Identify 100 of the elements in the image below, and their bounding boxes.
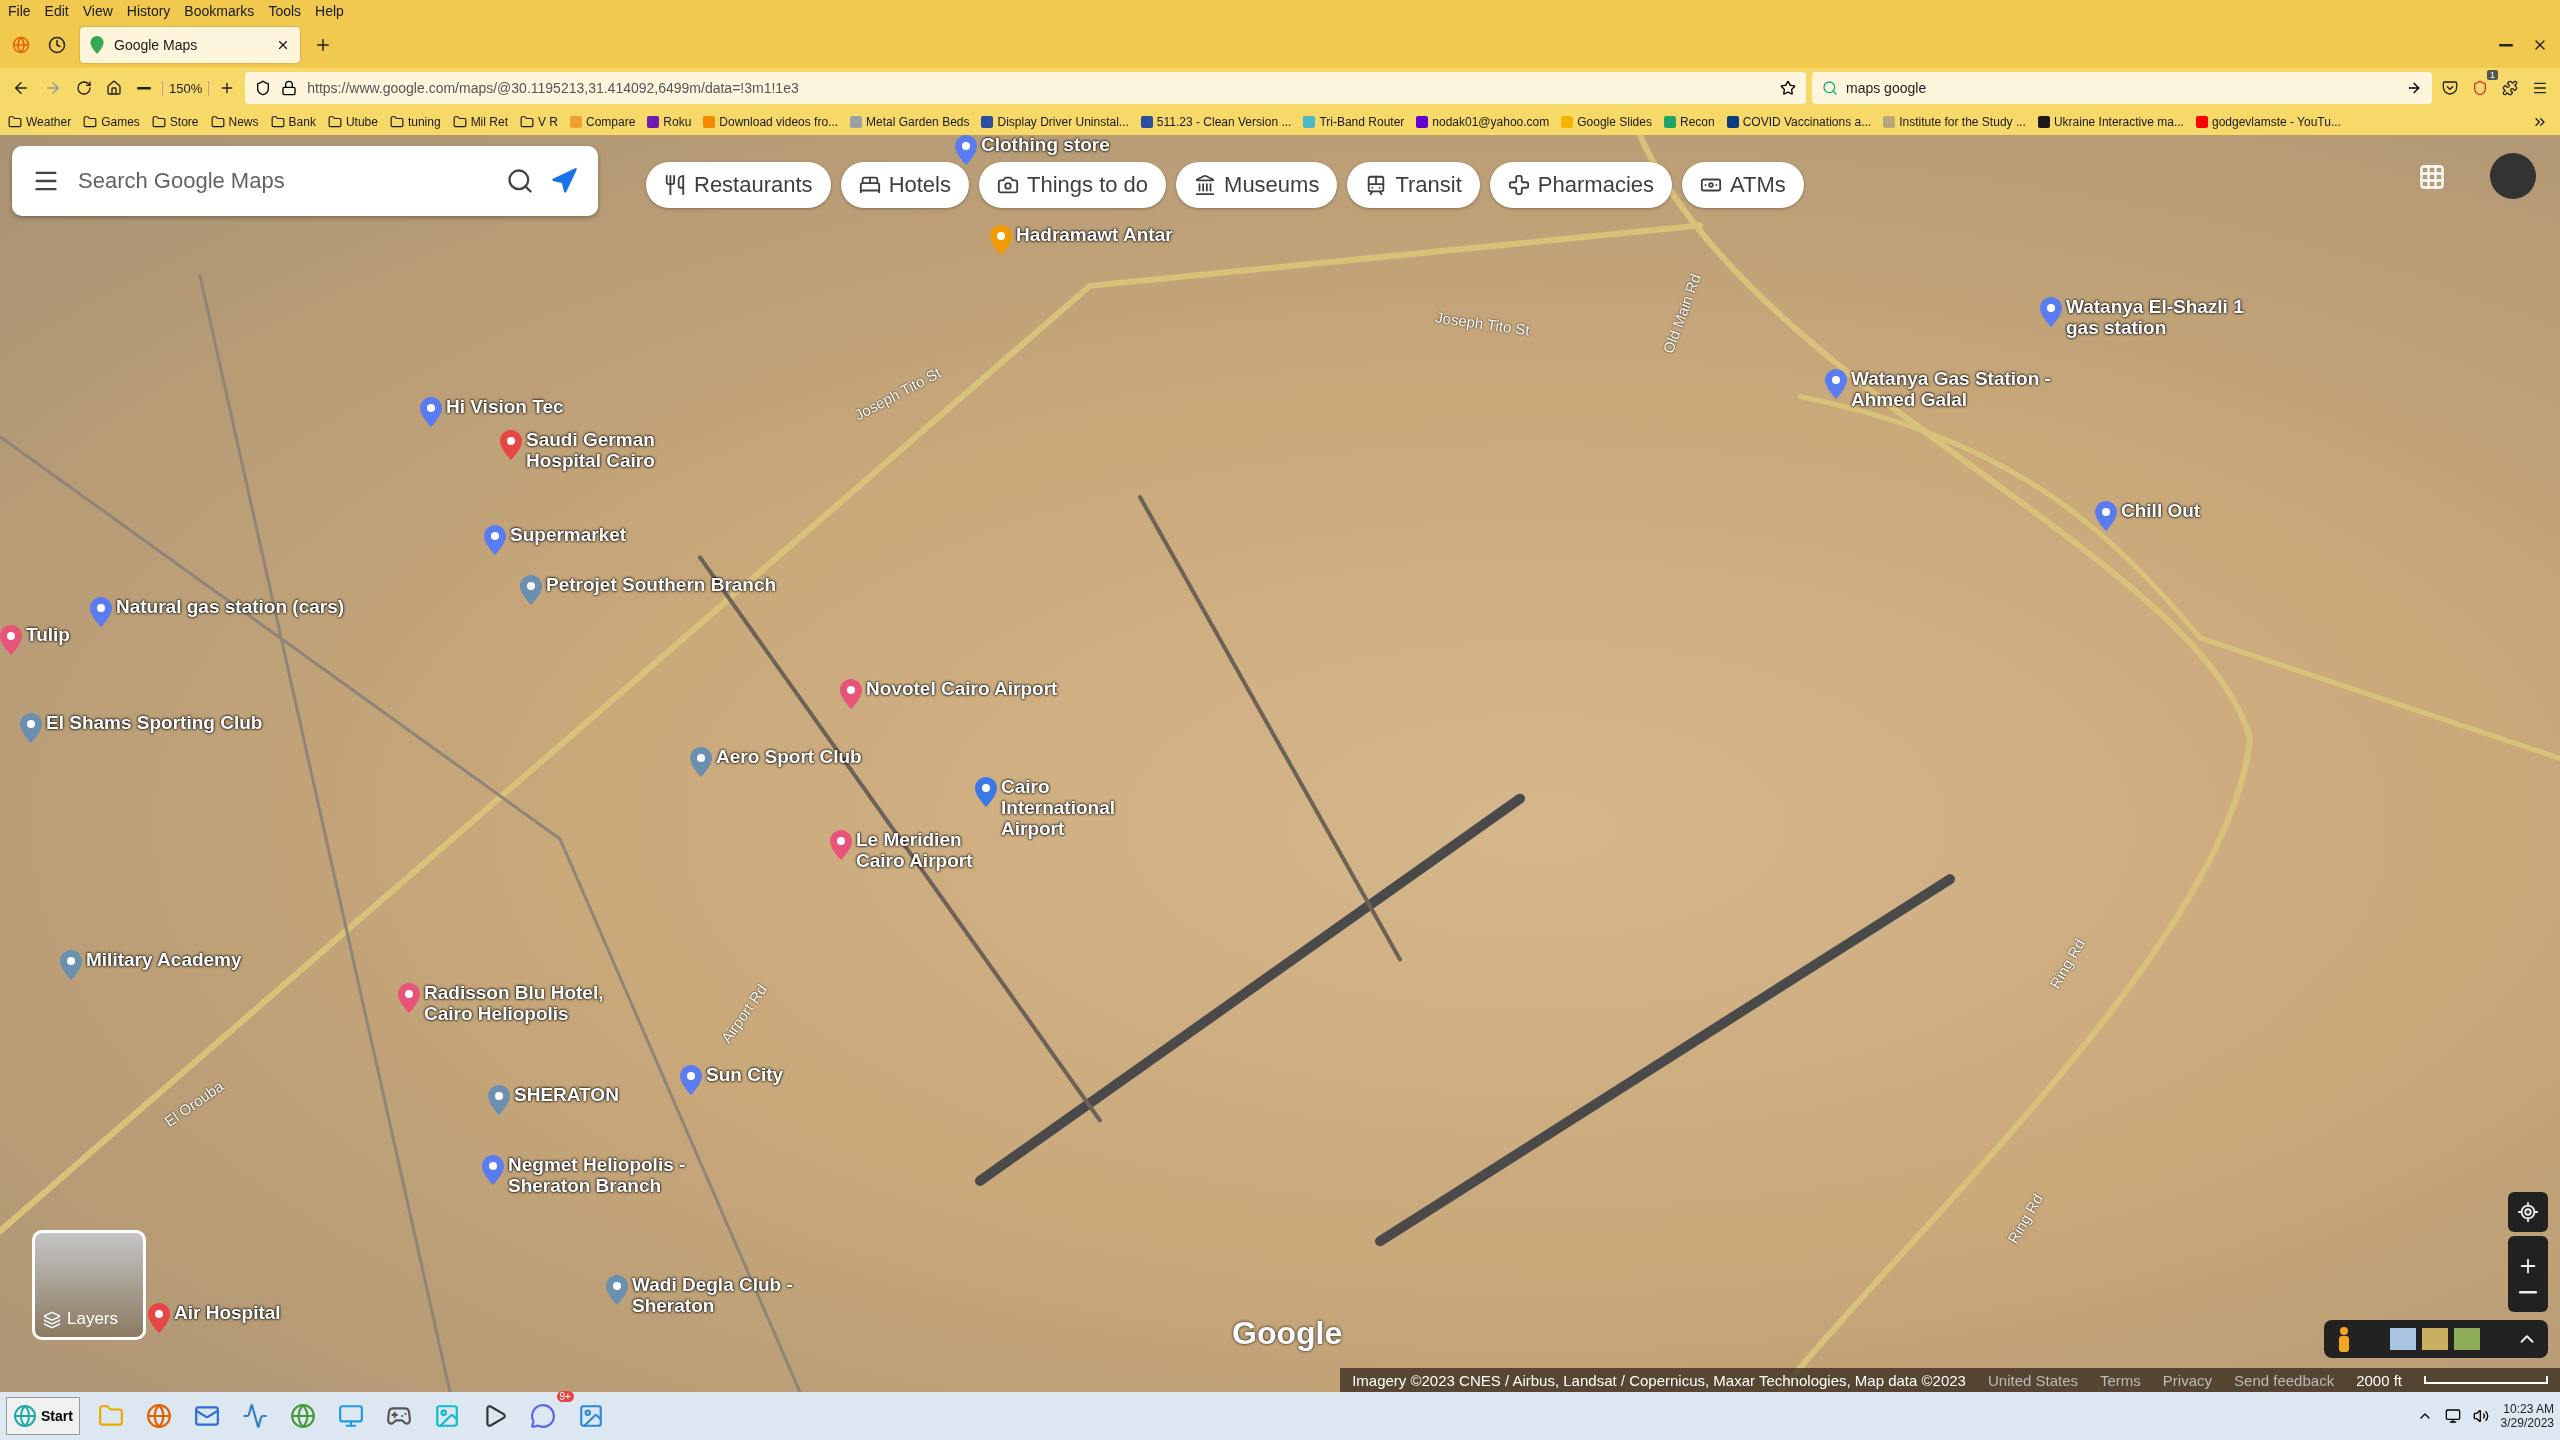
folder-icon bbox=[389, 114, 404, 129]
search-icon[interactable] bbox=[506, 167, 534, 195]
bookmark[interactable]: V R bbox=[519, 114, 558, 129]
bookmark[interactable]: Display Driver Uninstal... bbox=[981, 114, 1129, 129]
map-pin-icon[interactable] bbox=[1825, 369, 1847, 399]
menu-item[interactable]: Tools bbox=[268, 3, 302, 19]
map-pin-icon[interactable] bbox=[420, 397, 442, 427]
bookmark[interactable]: tuning bbox=[389, 114, 441, 129]
map-thumbnail[interactable] bbox=[2390, 1328, 2416, 1350]
activity-icon bbox=[241, 1403, 268, 1429]
bookmark[interactable]: nodak01@yahoo.com bbox=[1416, 114, 1550, 129]
map-pin-icon[interactable] bbox=[148, 1303, 170, 1333]
map-pin-icon[interactable] bbox=[500, 430, 522, 460]
search-field[interactable]: maps google bbox=[1812, 72, 2432, 104]
category-chip[interactable]: Things to do bbox=[979, 162, 1167, 208]
bookmark[interactable]: Download videos fro... bbox=[703, 114, 839, 129]
museum-icon bbox=[1194, 174, 1217, 196]
bookmark[interactable]: Bank bbox=[270, 114, 316, 129]
menu-item[interactable]: History bbox=[126, 3, 171, 19]
bookmark[interactable]: Weather bbox=[8, 114, 72, 129]
footer-link[interactable]: Terms bbox=[2100, 1371, 2141, 1389]
map-pin-icon[interactable] bbox=[2095, 501, 2117, 531]
home-icon bbox=[106, 80, 122, 96]
map-pin-icon[interactable] bbox=[955, 135, 977, 165]
map-pin-icon[interactable] bbox=[60, 950, 82, 980]
volume-icon[interactable] bbox=[2472, 1408, 2489, 1424]
monitor-icon bbox=[337, 1403, 364, 1429]
google-logo: Google bbox=[1232, 1315, 1343, 1352]
map-pin-icon[interactable] bbox=[606, 1275, 628, 1305]
minus-icon bbox=[2498, 43, 2514, 47]
layers-button[interactable]: Layers bbox=[32, 1230, 146, 1340]
bookmark[interactable]: News bbox=[210, 114, 259, 129]
bookmark[interactable]: Google Slides bbox=[1561, 114, 1652, 129]
footer-link[interactable]: Privacy bbox=[2162, 1371, 2213, 1389]
terrain-thumbnail[interactable] bbox=[2422, 1328, 2448, 1350]
map-pin-icon[interactable] bbox=[90, 597, 112, 627]
browser-tab[interactable]: Google Maps bbox=[80, 27, 300, 63]
star-icon[interactable] bbox=[1780, 80, 1796, 96]
category-chip[interactable]: Pharmacies bbox=[1489, 162, 1672, 208]
bookmark[interactable]: godgevlamste - YouTu... bbox=[2195, 114, 2341, 129]
menu-item[interactable]: Bookmarks bbox=[184, 3, 255, 19]
category-chip[interactable]: ATMs bbox=[1682, 162, 1804, 208]
map-pin-icon[interactable] bbox=[690, 747, 712, 777]
map-pin-icon[interactable] bbox=[520, 575, 542, 605]
menu-item[interactable]: View bbox=[82, 3, 113, 19]
bookmark[interactable]: Institute for the Study ... bbox=[1883, 114, 2026, 129]
shell-icon bbox=[13, 1404, 37, 1428]
menu-item[interactable]: File bbox=[8, 3, 31, 19]
bookmark[interactable]: Store bbox=[151, 114, 199, 129]
scale-label[interactable]: 2000 ft bbox=[2356, 1371, 2402, 1389]
puzzle-icon bbox=[2502, 80, 2518, 96]
bookmark[interactable]: Ukraine Interactive ma... bbox=[2037, 114, 2184, 129]
satellite-thumbnail[interactable] bbox=[2454, 1328, 2480, 1350]
footer-link[interactable]: Send feedback bbox=[2234, 1371, 2335, 1389]
layers-icon bbox=[43, 1311, 61, 1329]
satellite-map[interactable] bbox=[0, 135, 2560, 1392]
bookmark[interactable]: Tri-Band Router bbox=[1303, 114, 1405, 129]
zoom-level[interactable]: 150% bbox=[162, 80, 210, 96]
map-pin-icon[interactable] bbox=[680, 1065, 702, 1095]
bookmark[interactable]: Roku bbox=[647, 114, 692, 129]
bookmark[interactable]: COVID Vaccinations a... bbox=[1726, 114, 1872, 129]
bookmark[interactable]: Recon bbox=[1663, 114, 1715, 129]
bookmark[interactable]: Mil Ret bbox=[452, 114, 508, 129]
category-chip[interactable]: Museums bbox=[1176, 162, 1338, 208]
network-icon[interactable] bbox=[2444, 1408, 2461, 1424]
map-pin-icon[interactable] bbox=[2040, 297, 2062, 327]
category-chip[interactable]: Transit bbox=[1347, 162, 1480, 208]
map-pin-icon[interactable] bbox=[398, 983, 420, 1013]
avatar[interactable] bbox=[2490, 153, 2536, 199]
map-pin-icon[interactable] bbox=[488, 1085, 510, 1115]
bookmark[interactable]: Metal Garden Beds bbox=[850, 114, 970, 129]
map-pin-icon[interactable] bbox=[484, 525, 506, 555]
address-bar[interactable]: https://www.google.com/maps/@30.1195213,31.414092,6499m/data=!3m1!1e3 bbox=[245, 72, 1806, 104]
bookmark[interactable]: 511.23 - Clean Version ... bbox=[1140, 114, 1292, 129]
map-pin-icon[interactable] bbox=[990, 225, 1012, 255]
menu-item[interactable]: Edit bbox=[44, 3, 69, 19]
bookmark[interactable]: Games bbox=[83, 114, 140, 129]
map-pin-icon[interactable] bbox=[840, 679, 862, 709]
arrow-icon[interactable] bbox=[2406, 80, 2422, 96]
menu-item[interactable]: Help bbox=[315, 3, 344, 19]
minus-icon bbox=[136, 86, 152, 90]
category-chip[interactable]: Hotels bbox=[840, 162, 969, 208]
photos-icon bbox=[577, 1403, 604, 1429]
close-icon[interactable] bbox=[276, 38, 290, 52]
map-pin-icon bbox=[90, 36, 104, 54]
map-search-box[interactable]: Search Google Maps bbox=[12, 146, 598, 216]
clock[interactable]: 10:23 AM 3/29/2023 bbox=[2500, 1402, 2554, 1430]
category-chip[interactable]: Restaurants bbox=[646, 162, 831, 208]
directions-icon[interactable] bbox=[550, 167, 578, 195]
map-pin-icon[interactable] bbox=[830, 830, 852, 860]
my-location-button[interactable] bbox=[2508, 1192, 2548, 1232]
map-pin-icon[interactable] bbox=[482, 1155, 504, 1185]
map-pin-icon[interactable] bbox=[20, 713, 42, 743]
zoom-controls[interactable] bbox=[2508, 1236, 2548, 1312]
bookmark[interactable]: Utube bbox=[327, 114, 378, 129]
footer-link[interactable]: United States bbox=[1987, 1371, 2078, 1389]
map-pin-icon[interactable] bbox=[0, 625, 22, 655]
map-pin-icon[interactable] bbox=[975, 777, 997, 807]
start-button[interactable]: Start bbox=[6, 1397, 80, 1435]
bookmark[interactable]: Compare bbox=[570, 114, 636, 129]
